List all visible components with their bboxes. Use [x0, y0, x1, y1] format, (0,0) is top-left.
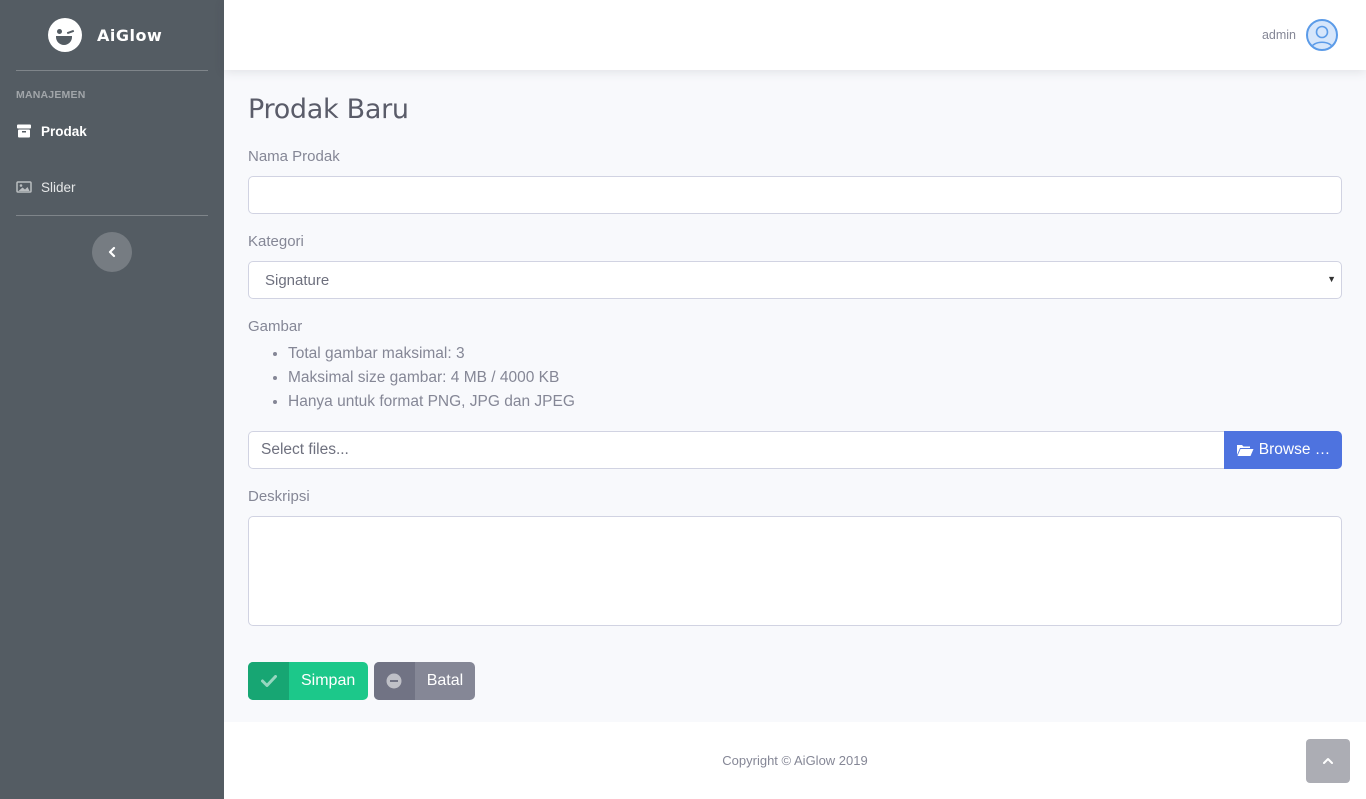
page-title: Prodak Baru: [248, 94, 409, 125]
check-icon: [248, 662, 289, 700]
list-item: Maksimal size gambar: 4 MB / 4000 KB: [288, 366, 1342, 390]
list-item: Hanya untuk format PNG, JPG dan JPEG: [288, 390, 1342, 414]
file-input-group: Select files... Browse …: [248, 431, 1342, 469]
description-label: Deskripsi: [248, 488, 310, 505]
description-textarea[interactable]: [248, 516, 1342, 626]
cancel-label: Batal: [426, 672, 464, 689]
sidebar-toggle-button[interactable]: [92, 232, 132, 272]
category-label: Kategori: [248, 233, 304, 250]
list-item: Total gambar maksimal: 3: [288, 342, 1342, 366]
sidebar: AiGlow MANAJEMEN Prodak Slider: [0, 0, 224, 799]
sidebar-heading: MANAJEMEN: [16, 89, 86, 101]
sidebar-item-label: Prodak: [41, 123, 87, 139]
save-label: Simpan: [301, 672, 356, 689]
sidebar-item-slider[interactable]: Slider: [0, 167, 224, 207]
topbar: admin: [224, 0, 1366, 70]
caret-down-icon: ▼: [1327, 274, 1336, 284]
save-button[interactable]: Simpan: [248, 662, 369, 700]
browse-label: Browse …: [1258, 441, 1331, 458]
copyright-text: Copyright © AiGlow 2019: [722, 753, 868, 768]
box-icon: [17, 124, 31, 138]
category-select-value: Signature: [248, 261, 1342, 299]
file-input[interactable]: Select files...: [248, 431, 1224, 469]
scroll-to-top-button[interactable]: [1306, 739, 1350, 783]
avatar[interactable]: [1306, 19, 1338, 51]
user-name[interactable]: admin: [1262, 28, 1296, 42]
sidebar-item-label: Slider: [41, 179, 76, 195]
category-select[interactable]: Signature ▼: [248, 261, 1342, 299]
brand[interactable]: AiGlow: [0, 0, 224, 70]
brand-name: AiGlow: [97, 25, 163, 45]
folder-open-icon: [1236, 445, 1254, 456]
image-icon: [16, 181, 32, 193]
image-label: Gambar: [248, 318, 303, 335]
minus-circle-icon: [373, 662, 415, 700]
brand-logo-icon: [48, 18, 82, 52]
main-content: Prodak Baru Nama Prodak Kategori Signatu…: [248, 70, 1342, 700]
chevron-up-icon: [1323, 758, 1333, 764]
footer: Copyright © AiGlow 2019: [224, 722, 1366, 799]
cancel-button[interactable]: Batal: [373, 662, 476, 700]
sidebar-item-prodak[interactable]: Prodak: [0, 111, 224, 151]
browse-button[interactable]: Browse …: [1224, 431, 1342, 469]
image-rules-list: Total gambar maksimal: 3 Maksimal size g…: [288, 342, 1342, 414]
name-label: Nama Prodak: [248, 148, 340, 165]
user-avatar-icon: [1310, 25, 1334, 49]
sidebar-divider: [16, 215, 208, 216]
form-actions: Simpan Batal: [248, 662, 1342, 700]
product-name-input[interactable]: [248, 176, 1342, 214]
chevron-left-icon: [108, 246, 116, 258]
